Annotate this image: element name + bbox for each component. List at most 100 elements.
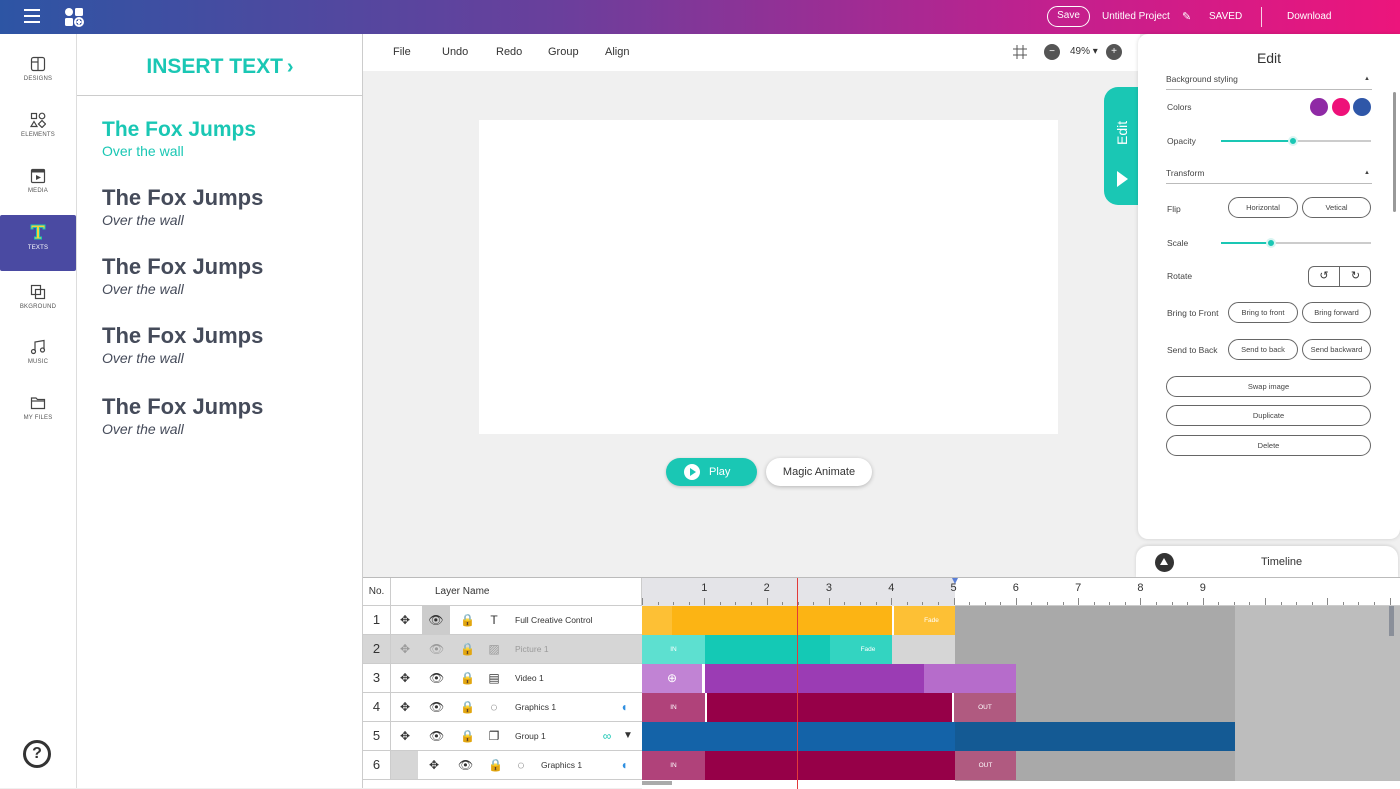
swap-image-button[interactable]: Swap image [1166,376,1371,397]
lock-icon[interactable]: 🔒 [460,642,475,656]
project-name[interactable]: Untitled Project [1102,11,1170,22]
move-icon[interactable]: ✥ [398,729,412,743]
table-row[interactable]: 1 ✥ 👁 🔒 T Full Creative Control [363,606,642,635]
layer-name[interactable]: Graphics 1 [515,702,556,712]
table-row[interactable]: 5 ✥ 👁 🔒 ❐ Group 1 ∞ ▼ [363,722,642,751]
align-button[interactable]: Align [605,46,629,58]
collapse-up-icon[interactable] [1155,553,1174,572]
play-button[interactable]: Play [666,458,757,486]
slider-handle[interactable] [1288,136,1298,146]
toggle-icon[interactable]: ◖ [617,758,631,772]
layer-name[interactable]: Full Creative Control [515,615,592,625]
rotate-left-icon[interactable]: ↺ [1309,267,1340,286]
send-to-back-button[interactable]: Send to back [1228,339,1298,360]
playhead[interactable] [797,578,798,789]
design-canvas[interactable] [479,120,1058,434]
eye-icon[interactable]: 👁 [458,758,473,772]
zoom-in-icon[interactable]: + [1106,44,1122,60]
transition-out-clip[interactable]: OUT [954,693,1016,722]
lock-icon[interactable]: 🔒 [460,671,475,685]
sidebar-item-media[interactable]: MEDIA [0,160,76,216]
eye-icon[interactable]: 👁 [429,642,444,656]
text-preset[interactable]: The Fox Jumps Over the wall [102,254,263,297]
transform-section[interactable]: Transform ▲ [1166,168,1372,184]
play-icon[interactable] [1117,171,1128,187]
sidebar-item-background[interactable]: BKGROUND [0,276,76,332]
timeline-ruler[interactable]: 1 2 3 4 5 6 7 8 9 [642,578,1400,606]
timeline-clip[interactable] [705,751,955,780]
expand-down-icon[interactable]: ▼ [621,729,635,743]
timeline-clip[interactable] [707,693,952,722]
scrollbar[interactable] [1393,92,1396,212]
timeline-clip[interactable] [642,722,955,751]
table-row[interactable]: 4 ✥ 👁 🔒 ◌ Graphics 1 ◖ [363,693,642,722]
color-swatch[interactable] [1332,98,1350,116]
lock-icon[interactable]: 🔒 [460,729,475,743]
lock-icon[interactable]: 🔒 [460,700,475,714]
delete-button[interactable]: Delete [1166,435,1371,456]
lock-icon[interactable]: 🔒 [488,758,503,772]
layer-name[interactable]: Group 1 [515,731,546,741]
background-styling-section[interactable]: Background styling ▲ [1166,74,1372,90]
sidebar-item-texts[interactable]: TEXTS [0,215,76,271]
grid-icon[interactable] [1013,45,1027,59]
flip-vertical-button[interactable]: Vetical [1302,197,1371,218]
text-preset[interactable]: The Fox Jumps Over the wall [102,118,256,159]
group-button[interactable]: Group [548,46,579,58]
fade-clip[interactable]: Fade [830,635,892,664]
layer-name[interactable]: Picture 1 [515,644,549,654]
table-row[interactable]: 3 ✥ 👁 🔒 ▤ Video 1 [363,664,642,693]
send-backward-button[interactable]: Send backward [1302,339,1371,360]
text-preset[interactable]: The Fox Jumps Over the wall [102,323,263,366]
timeline-clip[interactable] [955,722,1235,751]
scale-slider[interactable] [1221,238,1371,248]
table-row[interactable]: 6 ✥ 👁 🔒 ◌ Graphics 1 ◖ [363,751,642,780]
sidebar-item-designs[interactable]: DESIGNS [0,48,76,104]
bring-forward-button[interactable]: Bring forward [1302,302,1371,323]
zoom-out-icon[interactable]: − [1044,44,1060,60]
add-transition-button[interactable]: ⊕ [642,664,702,693]
flip-horizontal-button[interactable]: Horizontal [1228,197,1298,218]
redo-button[interactable]: Redo [496,46,522,58]
sidebar-item-music[interactable]: MUSIC [0,331,76,387]
menu-icon[interactable] [24,9,40,23]
toggle-icon[interactable]: ◖ [617,700,631,714]
download-button[interactable]: Download [1287,11,1331,22]
transition-in-clip[interactable]: IN [642,751,705,780]
undo-button[interactable]: Undo [442,46,468,58]
bring-to-front-button[interactable]: Bring to front [1228,302,1298,323]
slider-handle[interactable] [1265,238,1276,248]
timeline-clip[interactable] [672,606,892,635]
link-icon[interactable]: ∞ [600,729,614,743]
eye-icon[interactable]: 👁 [422,606,450,634]
zoom-level[interactable]: 49% ▾ [1070,46,1098,57]
timeline-tracks[interactable]: Fade IN Fade ⊕ IN OUT IN OUT [642,606,1400,789]
timeline-clip[interactable] [705,635,830,664]
move-icon[interactable]: ✥ [427,758,441,772]
eye-icon[interactable]: 👁 [429,671,444,685]
transition-in-clip[interactable]: IN [642,635,705,664]
color-swatch[interactable] [1310,98,1328,116]
duplicate-button[interactable]: Duplicate [1166,405,1371,426]
sidebar-item-elements[interactable]: ELEMENTS [0,104,76,160]
transition-in-clip[interactable]: IN [642,693,705,722]
move-icon[interactable]: ✥ [398,613,412,627]
edit-tab[interactable]: Edit [1104,87,1140,205]
pencil-icon[interactable]: ✎ [1182,10,1191,23]
table-row[interactable]: 2 ✥ 👁 🔒 ▨ Picture 1 [363,635,642,664]
transition-out-clip[interactable]: OUT [955,751,1016,780]
transition-out-clip[interactable] [924,664,1016,693]
move-icon[interactable]: ✥ [398,642,412,656]
help-button[interactable]: ? [23,740,51,768]
file-menu[interactable]: File [393,46,411,58]
scrollbar[interactable] [1389,606,1394,636]
lock-icon[interactable]: 🔒 [460,613,475,627]
insert-text-button[interactable]: INSERT TEXT › [77,34,363,96]
timeline-empty-region[interactable] [1235,606,1400,781]
text-preset[interactable]: The Fox Jumps Over the wall [102,394,263,437]
save-button[interactable]: Save [1047,6,1090,27]
fade-clip[interactable]: Fade [894,606,955,635]
timeline-tab[interactable]: Timeline [1136,546,1398,578]
horizontal-scrollbar[interactable] [642,781,672,785]
rotate-right-icon[interactable]: ↻ [1340,267,1371,286]
